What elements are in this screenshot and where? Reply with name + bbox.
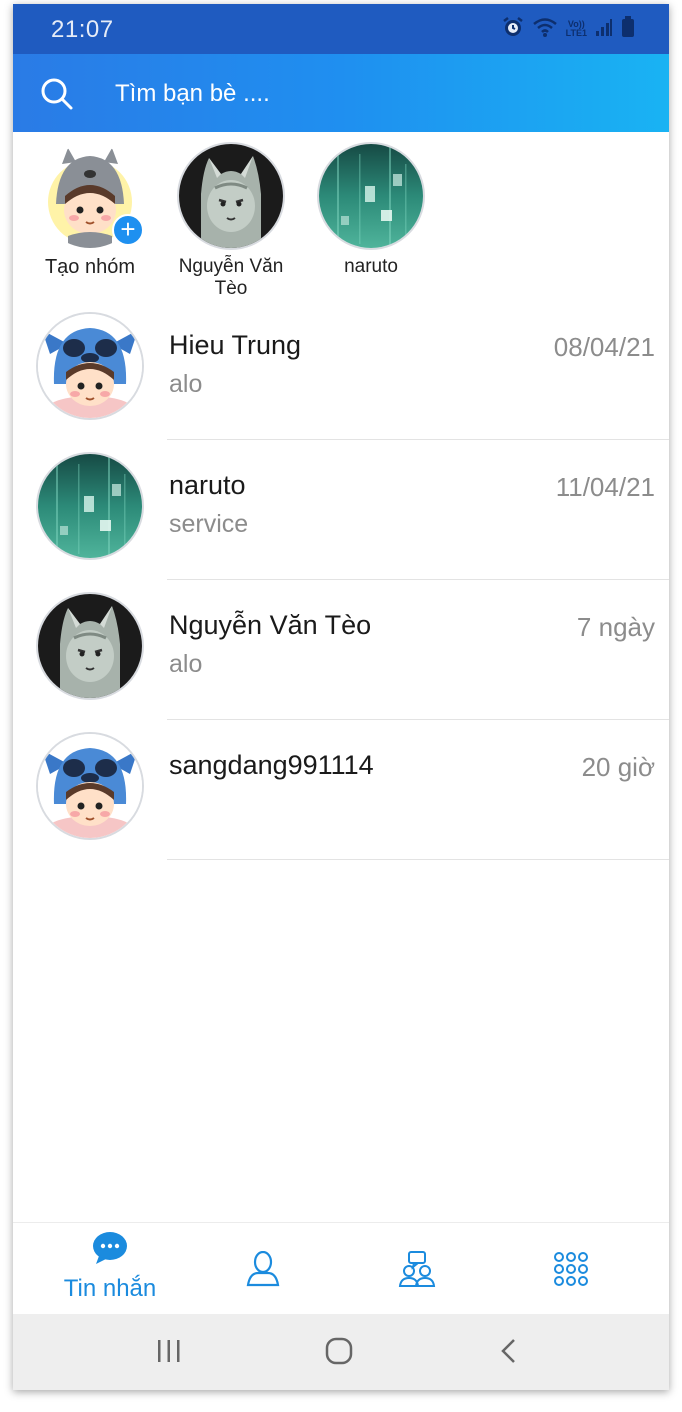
phone-screen: 21:07 Vo)) LTE1 Tìm bạn bè .... + Tạo nh…	[13, 4, 669, 1390]
stitch-boy-avatar	[38, 734, 142, 838]
system-nav-bar	[13, 1314, 669, 1390]
signal-icon	[595, 17, 613, 42]
battery-icon	[621, 15, 635, 43]
conversation-preview: service	[169, 510, 249, 538]
conversation-name: Nguyễn Văn Tèo	[169, 610, 372, 640]
back-button[interactable]	[497, 1336, 521, 1371]
network-lte-label: Vo)) LTE1	[565, 19, 587, 38]
conversation-row[interactable]: Nguyễn Văn Tèo alo 7 ngày	[13, 580, 669, 720]
conversation-list: Hieu Trung alo 08/04/21 naruto service 1…	[13, 300, 669, 860]
teal-night-avatar	[38, 454, 142, 558]
tab-groups[interactable]	[335, 1223, 499, 1315]
create-group-item[interactable]: + Tạo nhóm	[20, 144, 160, 278]
conversation-name: naruto	[169, 470, 246, 500]
chat-bubble-icon	[93, 1232, 127, 1264]
apps-grid-icon	[554, 1252, 588, 1286]
conversation-row[interactable]: Hieu Trung alo 08/04/21	[13, 300, 669, 440]
tab-more[interactable]	[489, 1223, 653, 1315]
story-item[interactable]: naruto	[301, 144, 441, 278]
status-bar: 21:07 Vo)) LTE1	[13, 4, 669, 54]
divider	[167, 859, 669, 860]
story-label: Tạo nhóm	[44, 256, 136, 278]
contact-icon	[246, 1251, 280, 1287]
story-item[interactable]: Nguyễn Văn Tèo	[161, 144, 301, 300]
status-time: 21:07	[51, 16, 114, 43]
group-icon	[398, 1251, 436, 1287]
wifi-icon	[532, 16, 558, 43]
conversation-name: Hieu Trung	[169, 330, 302, 360]
conversation-name: sangdang991114	[169, 750, 374, 780]
search-input[interactable]: Tìm bạn bè ....	[115, 80, 270, 108]
home-button[interactable]	[324, 1336, 354, 1371]
recent-apps-button[interactable]	[155, 1336, 183, 1371]
search-header[interactable]: Tìm bạn bè ....	[13, 54, 669, 132]
conversation-time: 11/04/21	[555, 472, 655, 502]
conversation-row[interactable]: naruto service 11/04/21	[13, 440, 669, 580]
story-label: Nguyễn Văn Tèo	[178, 256, 284, 299]
conversation-preview: alo	[169, 370, 203, 398]
story-label: naruto	[344, 256, 398, 277]
bottom-tab-bar: Tin nhắn	[13, 1222, 669, 1315]
conversation-row[interactable]: sangdang991114 20 giờ	[13, 720, 669, 860]
status-icons: Vo)) LTE1	[502, 15, 635, 43]
conversation-time: 08/04/21	[553, 332, 655, 362]
stitch-boy-avatar	[38, 314, 142, 418]
search-icon[interactable]	[40, 77, 74, 116]
alarm-icon	[502, 16, 524, 43]
wolf-sketch-avatar	[38, 594, 142, 698]
tab-label: Tin nhắn	[63, 1275, 157, 1302]
conversation-time: 7 ngày	[576, 612, 655, 642]
tab-contacts[interactable]	[181, 1223, 345, 1315]
quick-contacts-row: + Tạo nhóm Nguyễn Văn Tèo naruto	[13, 132, 669, 300]
tab-messages[interactable]: Tin nhắn	[28, 1223, 192, 1315]
add-group-plus-icon[interactable]: +	[112, 214, 144, 246]
wolf-sketch-avatar	[179, 144, 283, 248]
conversation-preview: alo	[169, 650, 203, 678]
teal-night-avatar	[319, 144, 423, 248]
conversation-time: 20 giờ	[581, 752, 655, 782]
